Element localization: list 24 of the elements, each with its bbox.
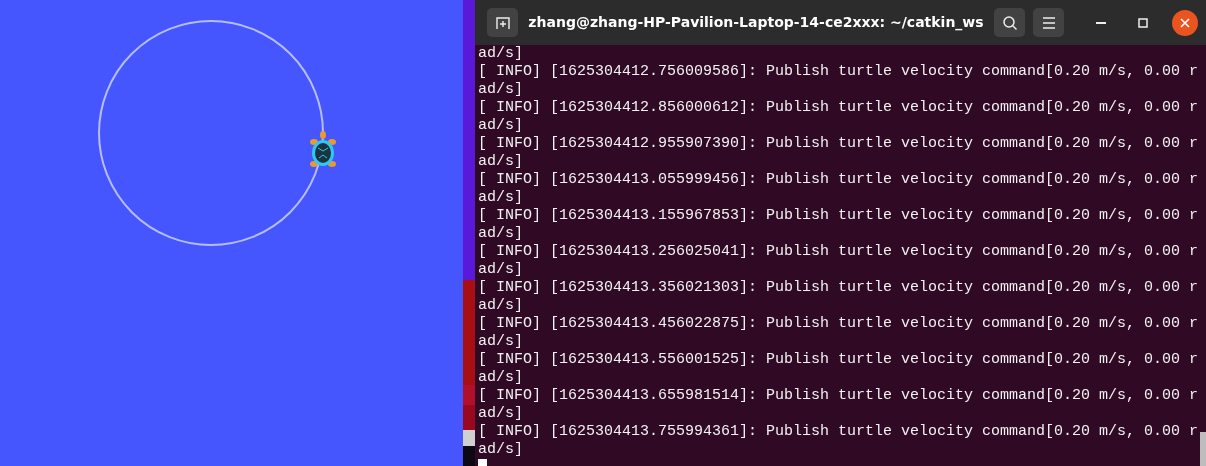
log-line: [ INFO] [1625304413.256025041]: Publish turtle velocity command[0.20 m/s, 0.00 r: [478, 243, 1199, 261]
log-line: [ INFO] [1625304412.856000612]: Publish turtle velocity command[0.20 m/s, 0.00 r: [478, 99, 1199, 117]
log-line: ad/s]: [478, 333, 523, 351]
log-line: [ INFO] [1625304413.155967853]: Publish turtle velocity command[0.20 m/s, 0.00 r: [478, 207, 1199, 225]
log-line: [ INFO] [1625304412.955907390]: Publish turtle velocity command[0.20 m/s, 0.00 r: [478, 135, 1199, 153]
log-line: ad/s]: [478, 405, 523, 423]
log-line: [ INFO] [1625304413.556001525]: Publish turtle velocity command[0.20 m/s, 0.00 r: [478, 351, 1199, 369]
log-line: ad/s]: [478, 261, 523, 279]
log-line: ad/s]: [478, 117, 523, 135]
log-line: ad/s]: [478, 153, 523, 171]
log-line: [ INFO] [1625304413.755994361]: Publish turtle velocity command[0.20 m/s, 0.00 r: [478, 423, 1199, 441]
log-line: ad/s]: [478, 441, 523, 459]
log-line: ad/s]: [478, 369, 523, 387]
log-line: [ INFO] [1625304413.055999456]: Publish turtle velocity command[0.20 m/s, 0.00 r: [478, 171, 1199, 189]
log-line: ad/s]: [478, 297, 523, 315]
log-line: [ INFO] [1625304412.756009586]: Publish turtle velocity command[0.20 m/s, 0.00 r: [478, 63, 1199, 81]
log-line: ad/s]: [478, 225, 523, 243]
log-line: ad/s]: [478, 45, 523, 63]
log-line: [ INFO] [1625304413.456022875]: Publish turtle velocity command[0.20 m/s, 0.00 r: [478, 315, 1199, 333]
log-line: ad/s]: [478, 81, 523, 99]
log-line: ad/s]: [478, 189, 523, 207]
log-line: [ INFO] [1625304413.655981514]: Publish turtle velocity command[0.20 m/s, 0.00 r: [478, 387, 1199, 405]
window-title: zhang@zhang-HP-Pavilion-Laptop-14-ce2xxx: ~/catkin_ws: [528, 13, 984, 33]
log-line: [ INFO] [1625304413.356021303]: Publish turtle velocity command[0.20 m/s, 0.00 r: [478, 279, 1199, 297]
